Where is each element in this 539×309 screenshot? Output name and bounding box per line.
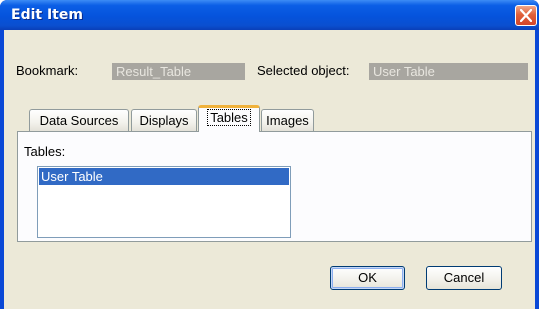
bookmark-field: Result_Table [112,63,245,80]
list-item[interactable]: User Table [39,168,289,185]
dialog-title: Edit Item [11,7,83,23]
tab-data-sources[interactable]: Data Sources [29,109,129,131]
tables-list-label: Tables: [24,144,66,159]
ok-button[interactable]: OK [330,266,405,290]
tab-label: Images [266,113,309,128]
selected-object-label: Selected object: [257,63,350,78]
tables-listbox[interactable]: User Table [37,166,291,238]
bookmark-label: Bookmark: [16,63,79,78]
tab-tables[interactable]: Tables [198,105,260,132]
dialog-body: Bookmark: Result_Table Selected object: … [4,30,535,309]
tab-images[interactable]: Images [261,109,314,131]
cancel-button[interactable]: Cancel [426,266,502,290]
tab-label: Tables [207,109,251,126]
close-button[interactable] [515,5,537,26]
tables-tab-panel: Tables: User Table [17,131,532,242]
close-icon [520,9,532,22]
tab-label: Data Sources [39,113,119,128]
title-bar[interactable]: Edit Item [0,0,539,30]
edit-item-dialog: Edit Item Bookmark: Result_Table Selecte… [0,0,539,309]
tab-displays[interactable]: Displays [131,109,197,131]
selected-object-field: User Table [369,63,528,80]
tab-label: Displays [139,113,189,128]
